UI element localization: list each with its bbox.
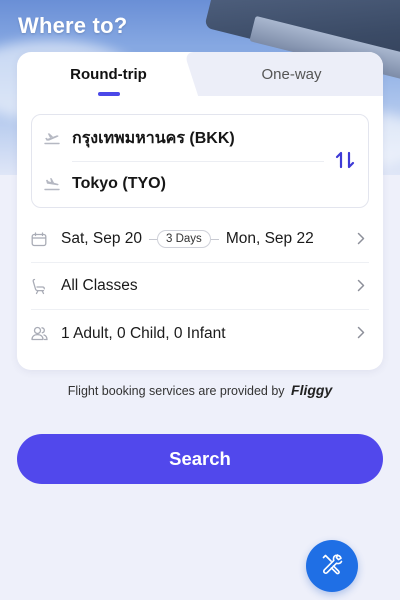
return-date: Mon, Sep 22 bbox=[225, 230, 314, 247]
origin-field[interactable]: กรุงเทพมหานคร (BKK) bbox=[32, 115, 322, 161]
tab-round-trip[interactable]: Round-trip bbox=[17, 52, 200, 96]
route-selector: กรุงเทพมหานคร (BKK) Tokyo (TYO) bbox=[31, 114, 369, 208]
takeoff-icon bbox=[32, 131, 72, 145]
swap-button[interactable] bbox=[330, 147, 360, 177]
origin-city: กรุงเทพมหานคร (BKK) bbox=[72, 129, 235, 147]
provider-note: Flight booking services are provided by … bbox=[0, 382, 400, 398]
tools-icon bbox=[321, 553, 343, 580]
trip-type-tabs: Round-trip One-way bbox=[17, 52, 383, 96]
calendar-icon bbox=[31, 231, 61, 247]
search-button[interactable]: Search bbox=[17, 434, 383, 484]
date-selector[interactable]: Sat, Sep 20 3 Days Mon, Sep 22 bbox=[31, 216, 369, 263]
passenger-selector[interactable]: 1 Adult, 0 Child, 0 Infant bbox=[31, 310, 369, 357]
tab-one-way[interactable]: One-way bbox=[200, 52, 383, 96]
depart-date: Sat, Sep 20 bbox=[61, 230, 143, 247]
tools-fab-button[interactable] bbox=[306, 540, 358, 592]
chevron-right-icon bbox=[357, 232, 365, 250]
landing-icon bbox=[32, 177, 72, 191]
destination-field[interactable]: Tokyo (TYO) bbox=[32, 161, 322, 207]
trip-duration-badge: 3 Days bbox=[157, 230, 211, 248]
cabin-class-label: All Classes bbox=[61, 277, 138, 294]
users-icon bbox=[31, 326, 61, 341]
active-tab-indicator bbox=[98, 92, 120, 96]
chevron-right-icon bbox=[357, 326, 365, 344]
passenger-count-label: 1 Adult, 0 Child, 0 Infant bbox=[61, 324, 226, 342]
provider-brand-logo: Fliggy bbox=[291, 382, 333, 398]
swap-icon bbox=[335, 151, 355, 174]
chevron-right-icon bbox=[357, 279, 365, 297]
destination-city: Tokyo (TYO) bbox=[72, 175, 166, 192]
page-title: Where to? bbox=[18, 13, 128, 38]
search-form-card: Round-trip One-way กรุงเทพมหานคร (BKK) T… bbox=[17, 52, 383, 370]
provider-text: Flight booking services are provided by bbox=[67, 384, 285, 398]
seat-icon bbox=[31, 278, 61, 295]
cabin-class-selector[interactable]: All Classes bbox=[31, 263, 369, 310]
